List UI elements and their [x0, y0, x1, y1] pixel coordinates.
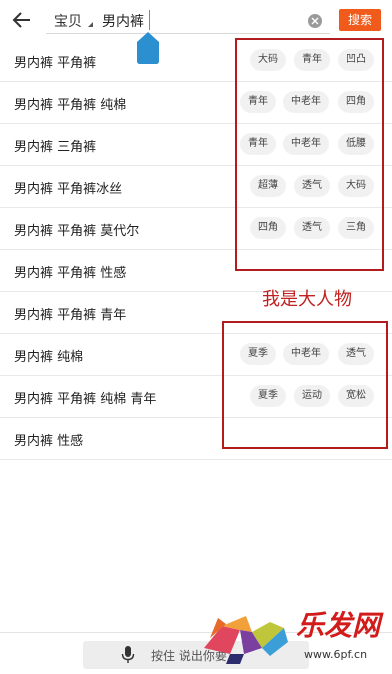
suggestion-text[interactable]: 男内裤 平角裤 纯棉 [14, 94, 126, 113]
scope-dropdown-caret-icon[interactable] [88, 22, 93, 27]
top-bar: 宝贝 男内裤 搜索 [0, 0, 392, 40]
microphone-icon [121, 646, 135, 663]
suggestion-text[interactable]: 男内裤 平角裤 性感 [14, 262, 126, 281]
suggestion-text[interactable]: 男内裤 平角裤冰丝 [14, 178, 122, 197]
suggestion-text[interactable]: 男内裤 性感 [14, 430, 83, 449]
suggestion-text[interactable]: 男内裤 平角裤 纯棉 青年 [14, 388, 156, 407]
suggestion-text[interactable]: 男内裤 平角裤 青年 [14, 304, 126, 323]
watermark-horse-logo [204, 616, 288, 664]
watermark-url: www.6pf.cn [304, 648, 368, 661]
watermark: 乐发网 www.6pf.cn [200, 600, 390, 672]
search-scope-label[interactable]: 宝贝 [54, 11, 82, 31]
annotation-box-top [235, 38, 384, 271]
suggestion-text[interactable]: 男内裤 纯棉 [14, 346, 83, 365]
annotation-text: 我是大人物 [262, 289, 352, 310]
back-arrow-icon[interactable] [10, 8, 34, 32]
suggestion-text[interactable]: 男内裤 三角裤 [14, 136, 96, 155]
search-input[interactable]: 男内裤 [102, 11, 144, 31]
suggestion-text[interactable]: 男内裤 平角裤 莫代尔 [14, 220, 139, 239]
search-button[interactable]: 搜索 [339, 9, 381, 31]
suggestion-text[interactable]: 男内裤 平角裤 [14, 52, 96, 71]
annotation-box-bottom [222, 321, 388, 449]
watermark-brand: 乐发网 [296, 609, 381, 642]
clear-icon[interactable] [308, 14, 322, 28]
search-box[interactable]: 宝贝 男内裤 [46, 8, 330, 34]
text-cursor [149, 10, 150, 30]
